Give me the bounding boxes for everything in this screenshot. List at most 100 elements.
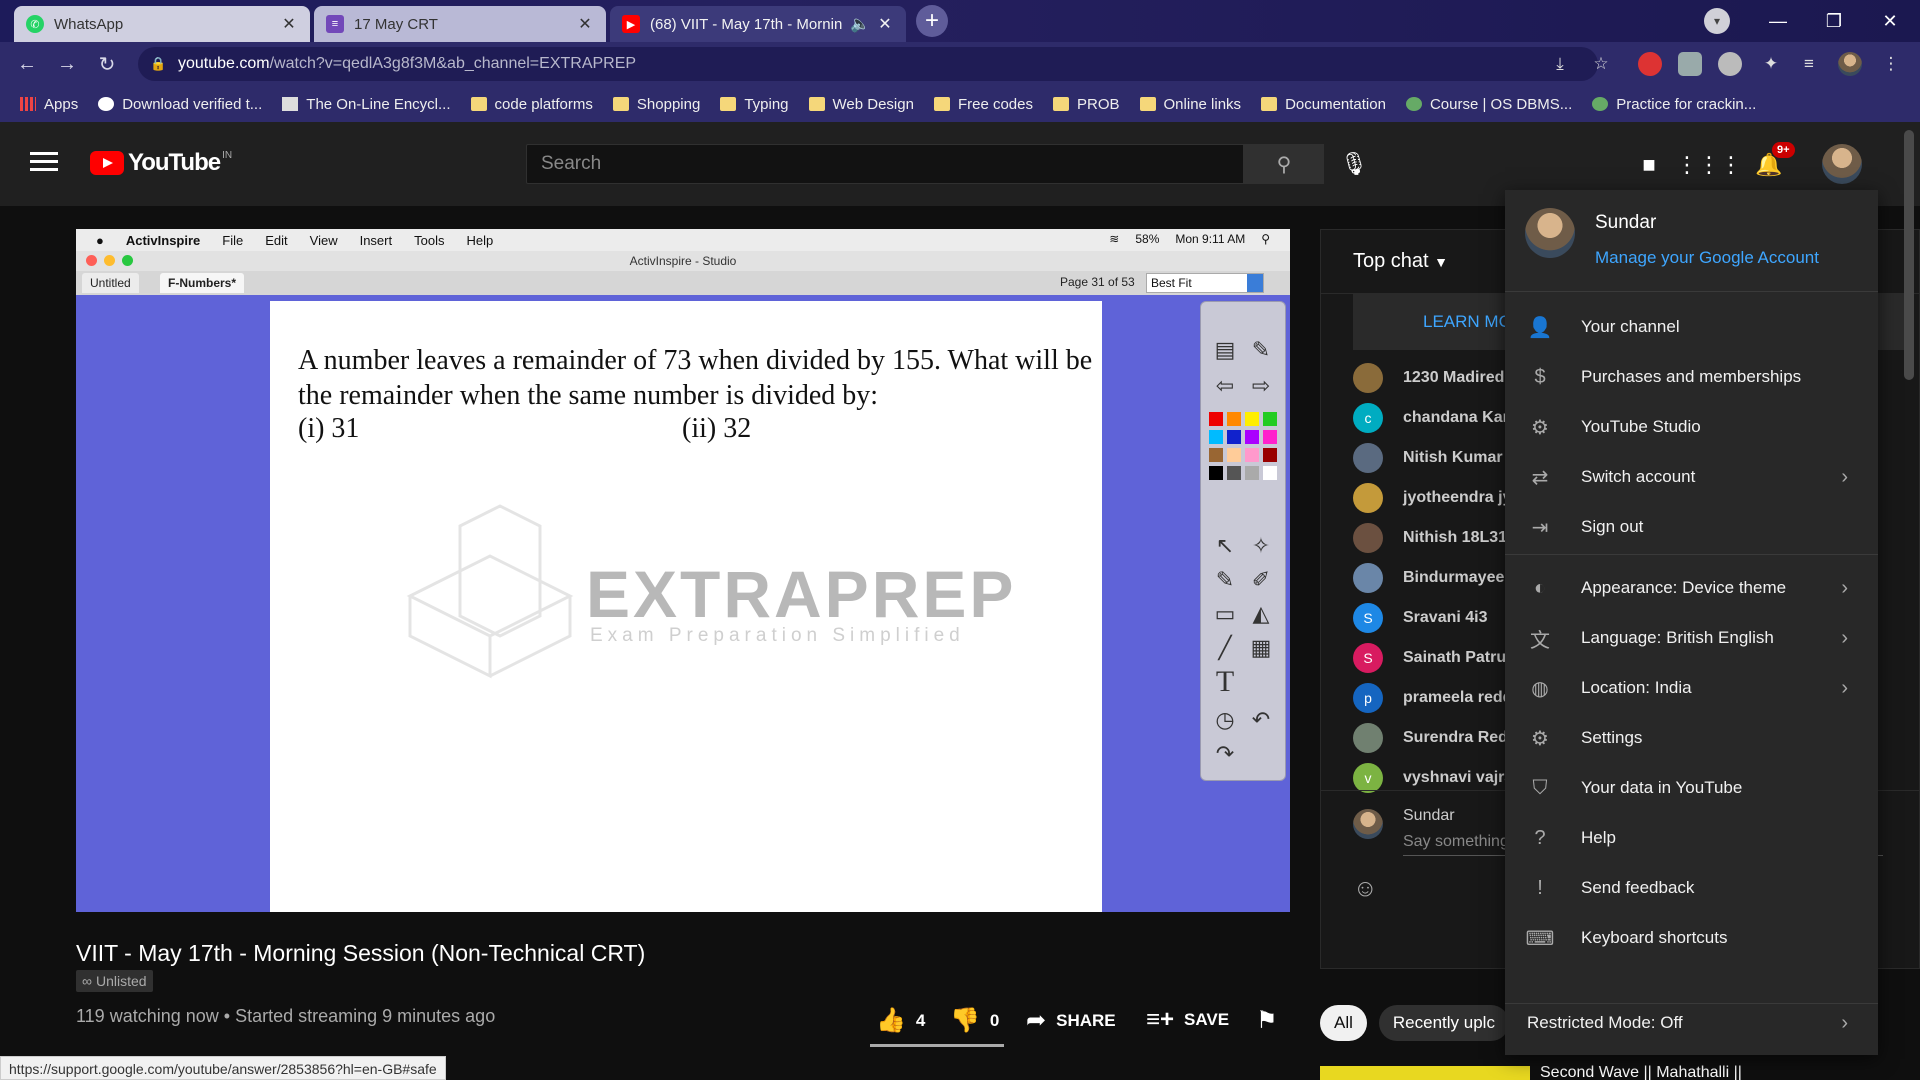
reading-list-icon[interactable]: ≡ [1798,53,1820,75]
menu-item-label: Switch account [1581,467,1696,486]
menu-item-language[interactable]: 文 Language: British English › [1505,613,1878,663]
video-player[interactable]: ● ActivInspire File Edit View Insert Too… [76,229,1290,912]
chat-author: Sravani 4i3 [1403,609,1488,626]
avatar [1353,523,1383,553]
menu-item-label: Keyboard shortcuts [1581,928,1728,947]
tab-whatsapp[interactable]: ✆ WhatsApp ✕ [14,6,310,42]
bookmark-folder[interactable]: Web Design [808,96,914,113]
search-button[interactable]: ⚲ [1244,144,1324,184]
chat-message: jyotheendra jy [1353,483,1511,513]
bookmark-folder[interactable]: PROB [1053,96,1120,113]
chevron-right-icon: › [1841,1011,1848,1034]
bookmark-item[interactable]: The On-Line Encycl... [282,96,451,113]
extension-icon[interactable] [1718,52,1742,76]
page-scrollbar[interactable] [1904,130,1914,380]
menu-icon[interactable] [30,152,58,174]
extension-icon[interactable] [1638,52,1662,76]
share-label: SHARE [1056,1010,1116,1030]
bookmark-folder[interactable]: Online links [1139,95,1242,113]
tools-icon: ✎ [1251,337,1271,362]
browser-profile-icon[interactable]: ▾ [1704,8,1730,34]
menu-item-help[interactable]: ? Help [1505,813,1878,863]
chip-all[interactable]: All [1320,1005,1367,1041]
bookmark-label: Typing [744,95,789,113]
mac-menu-item: Edit [265,232,288,248]
extension-icon[interactable] [1678,52,1702,76]
menu-item-switch-account[interactable]: ⇄ Switch account › [1505,452,1878,502]
bookmark-item[interactable]: Course | OS DBMS... [1405,96,1572,113]
menu-item-appearance[interactable]: ◐ Appearance: Device theme › [1505,563,1878,613]
create-video-icon[interactable]: ■ [1634,150,1664,180]
tab-17-may-crt[interactable]: ≡ 17 May CRT ✕ [314,6,606,42]
menu-item-label: Sign out [1581,517,1644,536]
menu-item-your-data-in-youtube[interactable]: ⛉ Your data in YouTube [1505,763,1878,813]
back-button[interactable]: ← [14,51,40,77]
menu-item-restricted-mode[interactable]: Restricted Mode: Off › [1505,998,1878,1048]
share-button[interactable]: ➦ SHARE [1026,1006,1116,1035]
report-button[interactable]: ⚑ [1256,1006,1288,1035]
puzzle-icon[interactable]: ✦ [1760,53,1782,75]
menu-item-your-channel[interactable]: 👤 Your channel [1505,302,1878,352]
chat-message: Surendra Redc [1353,723,1517,753]
close-window-button[interactable]: ✕ [1862,0,1918,42]
menu-item-sign-out[interactable]: ⇥ Sign out [1505,502,1878,552]
bookmark-label: Online links [1163,95,1242,113]
dislike-button[interactable]: 👎 0 [950,1006,999,1035]
menu-item-keyboard-shortcuts[interactable]: ⌨ Keyboard shortcuts [1505,913,1878,963]
avatar: c [1353,403,1383,433]
install-icon[interactable]: ⤓ [1549,53,1571,75]
bookmark-item[interactable]: Practice for crackin... [1592,96,1756,113]
menu-item-send-feedback[interactable]: ! Send feedback [1505,863,1878,913]
account-avatar[interactable] [1822,144,1862,184]
recommendation-title[interactable]: Second Wave || Mahathalli || [1540,1064,1742,1080]
feedback-icon: ! [1537,876,1543,899]
save-button[interactable]: ≡+ SAVE [1146,1006,1229,1034]
close-tab-icon[interactable]: ✕ [576,14,594,34]
close-tab-icon[interactable]: ✕ [876,14,894,34]
new-tab-button[interactable]: + [916,5,948,37]
prev-page-icon: ⇦ [1215,373,1235,398]
chat-message: 1230 Madired [1353,363,1504,393]
menu-item-settings[interactable]: ⚙ Settings [1505,713,1878,763]
mic-icon[interactable]: 🎙 [1340,150,1368,178]
emoji-icon[interactable]: ☺ [1353,875,1378,903]
like-button[interactable]: 👍 4 [876,1006,925,1035]
search-icon: ⚲ [1276,153,1292,176]
recommendation-thumbnail[interactable] [1320,1066,1530,1080]
bookmark-folder[interactable]: Typing [720,95,789,113]
bookmark-folder[interactable]: code platforms [470,96,593,113]
reload-button[interactable]: ↻ [94,51,120,77]
menu-item-youtube-studio[interactable]: ⚙ YouTube Studio [1505,402,1878,452]
menu-item-location[interactable]: ◍ Location: India › [1505,663,1878,713]
bookmark-folder[interactable]: Free codes [933,96,1033,113]
close-tab-icon[interactable]: ✕ [280,14,298,34]
address-bar[interactable]: 🔒 youtube.com/watch?v=qedlA3g8f3M&ab_cha… [138,47,1598,81]
account-name: Sundar [1595,212,1657,233]
top-chat-dropdown[interactable]: Top chat ▼ [1353,250,1448,273]
person-icon: 👤 [1527,316,1553,339]
avatar[interactable] [1838,52,1862,76]
manage-account-link[interactable]: Manage your Google Account [1595,248,1819,268]
minimize-button[interactable]: — [1750,0,1806,42]
menu-item-label: YouTube Studio [1581,417,1701,436]
bookmark-item[interactable]: Download verified t... [98,96,262,113]
forward-button[interactable]: → [54,51,80,77]
menu-item-purchases-and-memberships[interactable]: $ Purchases and memberships [1505,352,1878,402]
question-text: A number leaves a remainder of 73 when d… [298,345,1093,411]
bookmark-folder[interactable]: Shopping [612,96,700,113]
kebab-menu-icon[interactable]: ⋮ [1880,53,1902,75]
apps-icon[interactable]: ⋮⋮⋮ [1676,150,1742,180]
search-input[interactable]: Search [526,144,1244,184]
bookmark-folder[interactable]: Documentation [1261,96,1386,113]
chip-recently-uploaded[interactable]: Recently uplc [1378,1005,1509,1041]
restore-button[interactable]: ❐ [1806,0,1862,42]
avatar: S [1353,643,1383,673]
top-chat-label: Top chat [1353,250,1429,272]
bookmark-star-icon[interactable]: ☆ [1590,53,1612,75]
bookmark-apps[interactable]: Apps [20,96,78,113]
tab-youtube-video[interactable]: ▶ (68) VIIT - May 17th - Mornin 🔈 ✕ [610,6,906,42]
mac-menu-item: Tools [414,232,445,248]
speaker-icon[interactable]: 🔈 [850,14,870,34]
youtube-logo[interactable]: YouTube IN [90,149,232,177]
filter-chips: All Recently uplc [1320,1005,1521,1041]
